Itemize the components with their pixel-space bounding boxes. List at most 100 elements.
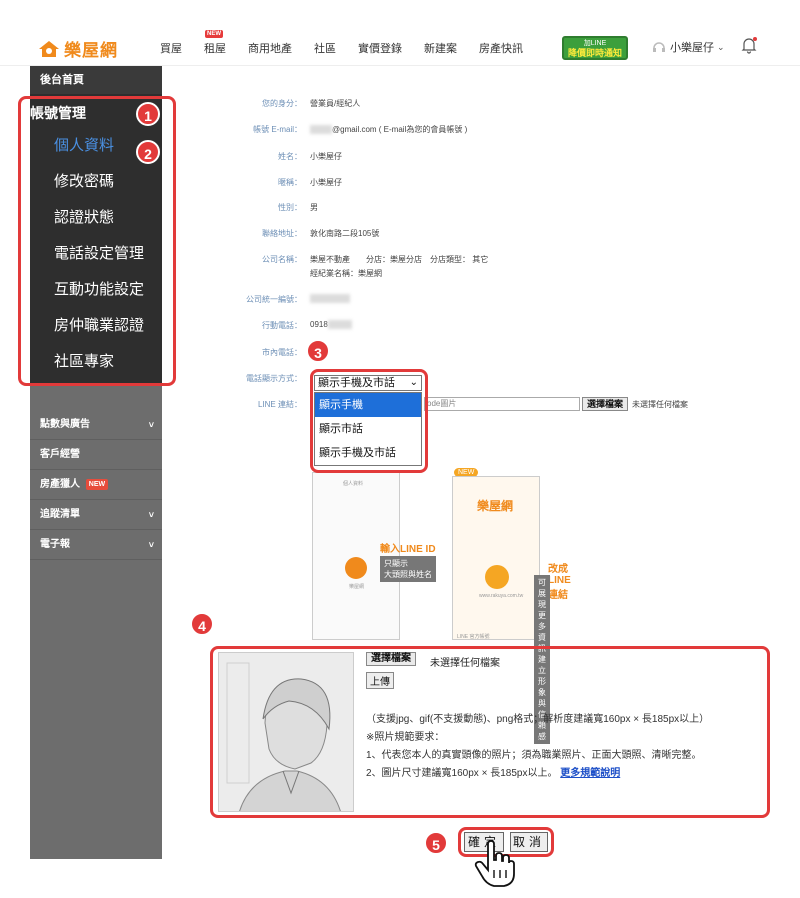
sidebar-item-customers[interactable]: 客戶經營 xyxy=(30,440,162,470)
more-rules-link[interactable]: 更多規範說明 xyxy=(560,768,620,779)
avatar xyxy=(485,565,509,589)
sidebar-item-newsletter[interactable]: 電子報 ˅ xyxy=(30,530,162,560)
example-right-note-1: 可展現更多資訊 xyxy=(538,578,546,653)
sidebar-item-watchlist[interactable]: 追蹤清單 ˅ xyxy=(30,500,162,530)
mobile-value-wrap: 0918 xyxy=(310,320,352,330)
chevron-down-icon: ˅ xyxy=(148,540,154,550)
name-label: 姓名： xyxy=(278,152,302,161)
name-value: 小樂屋仔 xyxy=(310,152,342,161)
phone-display-label: 電話顯示方式： xyxy=(246,374,302,383)
sidebar-home[interactable]: 後台首頁 xyxy=(30,66,162,94)
nav-news-label: 房產快訊 xyxy=(479,43,523,55)
upload-button[interactable]: 上傳 xyxy=(366,672,394,689)
company-broker-name: 經紀業名稱：樂屋網 xyxy=(310,269,382,278)
line-banner-line2: 降價即時通知 xyxy=(567,48,622,58)
gender-label: 性別： xyxy=(278,203,302,212)
landline-label: 市內電話： xyxy=(262,348,302,357)
nav-price-registry[interactable]: 實價登錄 xyxy=(358,40,402,56)
nickname-value: 小樂屋仔 xyxy=(310,178,342,187)
address-value: 敦化南路二段105號 xyxy=(310,229,380,238)
nickname-label: 暱稱： xyxy=(278,178,302,187)
nav-news[interactable]: 房產快訊 xyxy=(479,40,523,56)
example-left-note-1: 只顯示 xyxy=(384,559,408,568)
sidebar-item-points-ads[interactable]: 點數與廣告 ˅ xyxy=(30,410,162,440)
line-no-file: 未選擇任何檔案 xyxy=(632,400,688,409)
logo[interactable]: 樂屋網 xyxy=(38,36,118,61)
sidebar-item-community-expert[interactable]: 社區專家 xyxy=(30,344,162,380)
email-value-wrap: @gmail.com ( E-mail為您的會員帳號 ) xyxy=(310,124,467,135)
nav-commercial[interactable]: 商用地產 xyxy=(248,40,292,56)
photo-rule-2: 2、圖片尺寸建議寬160px × 長185px以上。 xyxy=(366,768,558,779)
phone-brand-after: 樂屋網 xyxy=(477,499,514,513)
sidebar-item-interaction-settings[interactable]: 互動功能設定 xyxy=(30,272,162,308)
nav-new-projects-label: 新建案 xyxy=(424,43,457,55)
nav-buy[interactable]: 買屋 xyxy=(160,40,182,56)
photo-rule-2-wrap: 2、圖片尺寸建議寬160px × 長185px以上。 更多規範說明 xyxy=(366,764,620,779)
nav-community-label: 社區 xyxy=(314,43,336,55)
example-right-title: 改成LINE連結 xyxy=(548,564,571,601)
identity-label: 您的身分： xyxy=(262,99,302,108)
company-value: 樂屋不動產 分店：樂屋分店 分店類型： 其它 xyxy=(310,255,489,264)
bell-icon xyxy=(741,37,757,54)
address-label: 聯絡地址： xyxy=(262,229,302,238)
line-notify-banner[interactable]: 加LINE 降價即時通知 xyxy=(562,36,628,60)
line-example-illustration: 個人資料 樂屋網 輸入LINE ID 只顯示 大頭照與姓名 NEW 樂屋網 ww… xyxy=(312,468,571,744)
profile-photo-preview xyxy=(218,652,354,812)
sidebar-item-property-hunter[interactable]: 房產獵人 NEW xyxy=(30,470,162,500)
option-show-mobile[interactable]: 顯示手機 xyxy=(315,393,421,417)
sidebar-item-newsletter-label: 電子報 xyxy=(40,539,70,550)
callout-4: 4 xyxy=(190,612,214,636)
line-qrcode-input[interactable]: ode圖片 xyxy=(424,397,580,411)
phone-user-before: 樂屋網 xyxy=(349,584,365,590)
option-show-both[interactable]: 顯示手機及市話 xyxy=(315,441,421,465)
notification-bell[interactable] xyxy=(740,36,758,59)
nav-new-projects[interactable]: 新建案 xyxy=(424,40,457,56)
phone-title-before: 個人資料 xyxy=(343,481,364,487)
nav-rent-new-badge: NEW xyxy=(205,30,223,38)
chevron-down-icon: ⌄ xyxy=(409,377,418,388)
user-menu[interactable]: 小樂屋仔 ⌄ xyxy=(652,39,725,55)
phone-display-select[interactable]: 顯示手機及市話 ⌄ xyxy=(314,375,422,391)
example-left-note: 只顯示 大頭照與姓名 xyxy=(380,556,436,582)
hand-pointer-icon xyxy=(474,840,515,887)
sidebar-item-phone-settings[interactable]: 電話設定管理 xyxy=(30,236,162,272)
callout-5: 5 xyxy=(424,831,448,855)
sidebar-item-customers-label: 客戶經營 xyxy=(40,449,80,460)
new-badge: NEW xyxy=(85,478,109,490)
user-name: 小樂屋仔 xyxy=(670,42,714,54)
photo-rule-1: 1、代表您本人的真實頭像的照片；須為職業照片、正面大頭照、清晰完整。 xyxy=(366,750,702,761)
sidebar-item-change-password[interactable]: 修改密碼 xyxy=(30,164,162,200)
chevron-down-icon: ˅ xyxy=(148,420,154,430)
nav-rent[interactable]: NEW 租屋 xyxy=(204,30,226,56)
callout-2: 2 xyxy=(136,140,160,164)
identity-value: 營業員/經紀人 xyxy=(310,99,361,108)
nav-rent-label: 租屋 xyxy=(204,43,226,55)
photo-no-file: 未選擇任何檔案 xyxy=(430,658,500,669)
photo-file-button[interactable]: 選擇檔案 xyxy=(366,652,416,666)
nav-community[interactable]: 社區 xyxy=(314,40,336,56)
sidebar-item-agent-certification[interactable]: 房仲職業認證 xyxy=(30,308,162,344)
chevron-down-icon: ⌄ xyxy=(717,41,725,52)
tax-id-redacted xyxy=(310,294,350,304)
callout-1: 1 xyxy=(136,102,160,126)
house-logo-icon xyxy=(39,40,59,57)
tax-id-label: 公司統一編號： xyxy=(246,295,302,304)
line-label: LINE 連結： xyxy=(257,400,302,409)
sidebar: 後台首頁 帳號管理 個人資料 修改密碼 認證狀態 電話設定管理 互動功能設定 房… xyxy=(30,66,162,859)
phone-site-after: www.rakuya.com.tw xyxy=(479,593,524,599)
email-value: @gmail.com ( E-mail為您的會員帳號 ) xyxy=(332,125,468,134)
account-management-menu: 帳號管理 個人資料 修改密碼 認證狀態 電話設定管理 互動功能設定 房仲職業認證… xyxy=(30,94,162,386)
option-show-landline[interactable]: 顯示市話 xyxy=(315,417,421,441)
avatar xyxy=(345,557,367,579)
nav-price-registry-label: 實價登錄 xyxy=(358,43,402,55)
line-file-button[interactable]: 選擇檔案 xyxy=(582,397,629,411)
headset-icon xyxy=(653,42,665,52)
phone-display-dropdown: 顯示手機 顯示市話 顯示手機及市話 xyxy=(314,392,422,466)
sidebar-item-property-hunter-label: 房產獵人 xyxy=(40,479,80,490)
sidebar-item-verification[interactable]: 認證狀態 xyxy=(30,200,162,236)
phone-footer-after: LINE 官方帳號 xyxy=(457,634,490,640)
nav-commercial-label: 商用地產 xyxy=(248,43,292,55)
mobile-redacted xyxy=(327,320,352,330)
top-bar: 樂屋網 買屋 NEW 租屋 商用地產 社區 實價登錄 新建案 房產快訊 加LIN… xyxy=(0,0,800,66)
